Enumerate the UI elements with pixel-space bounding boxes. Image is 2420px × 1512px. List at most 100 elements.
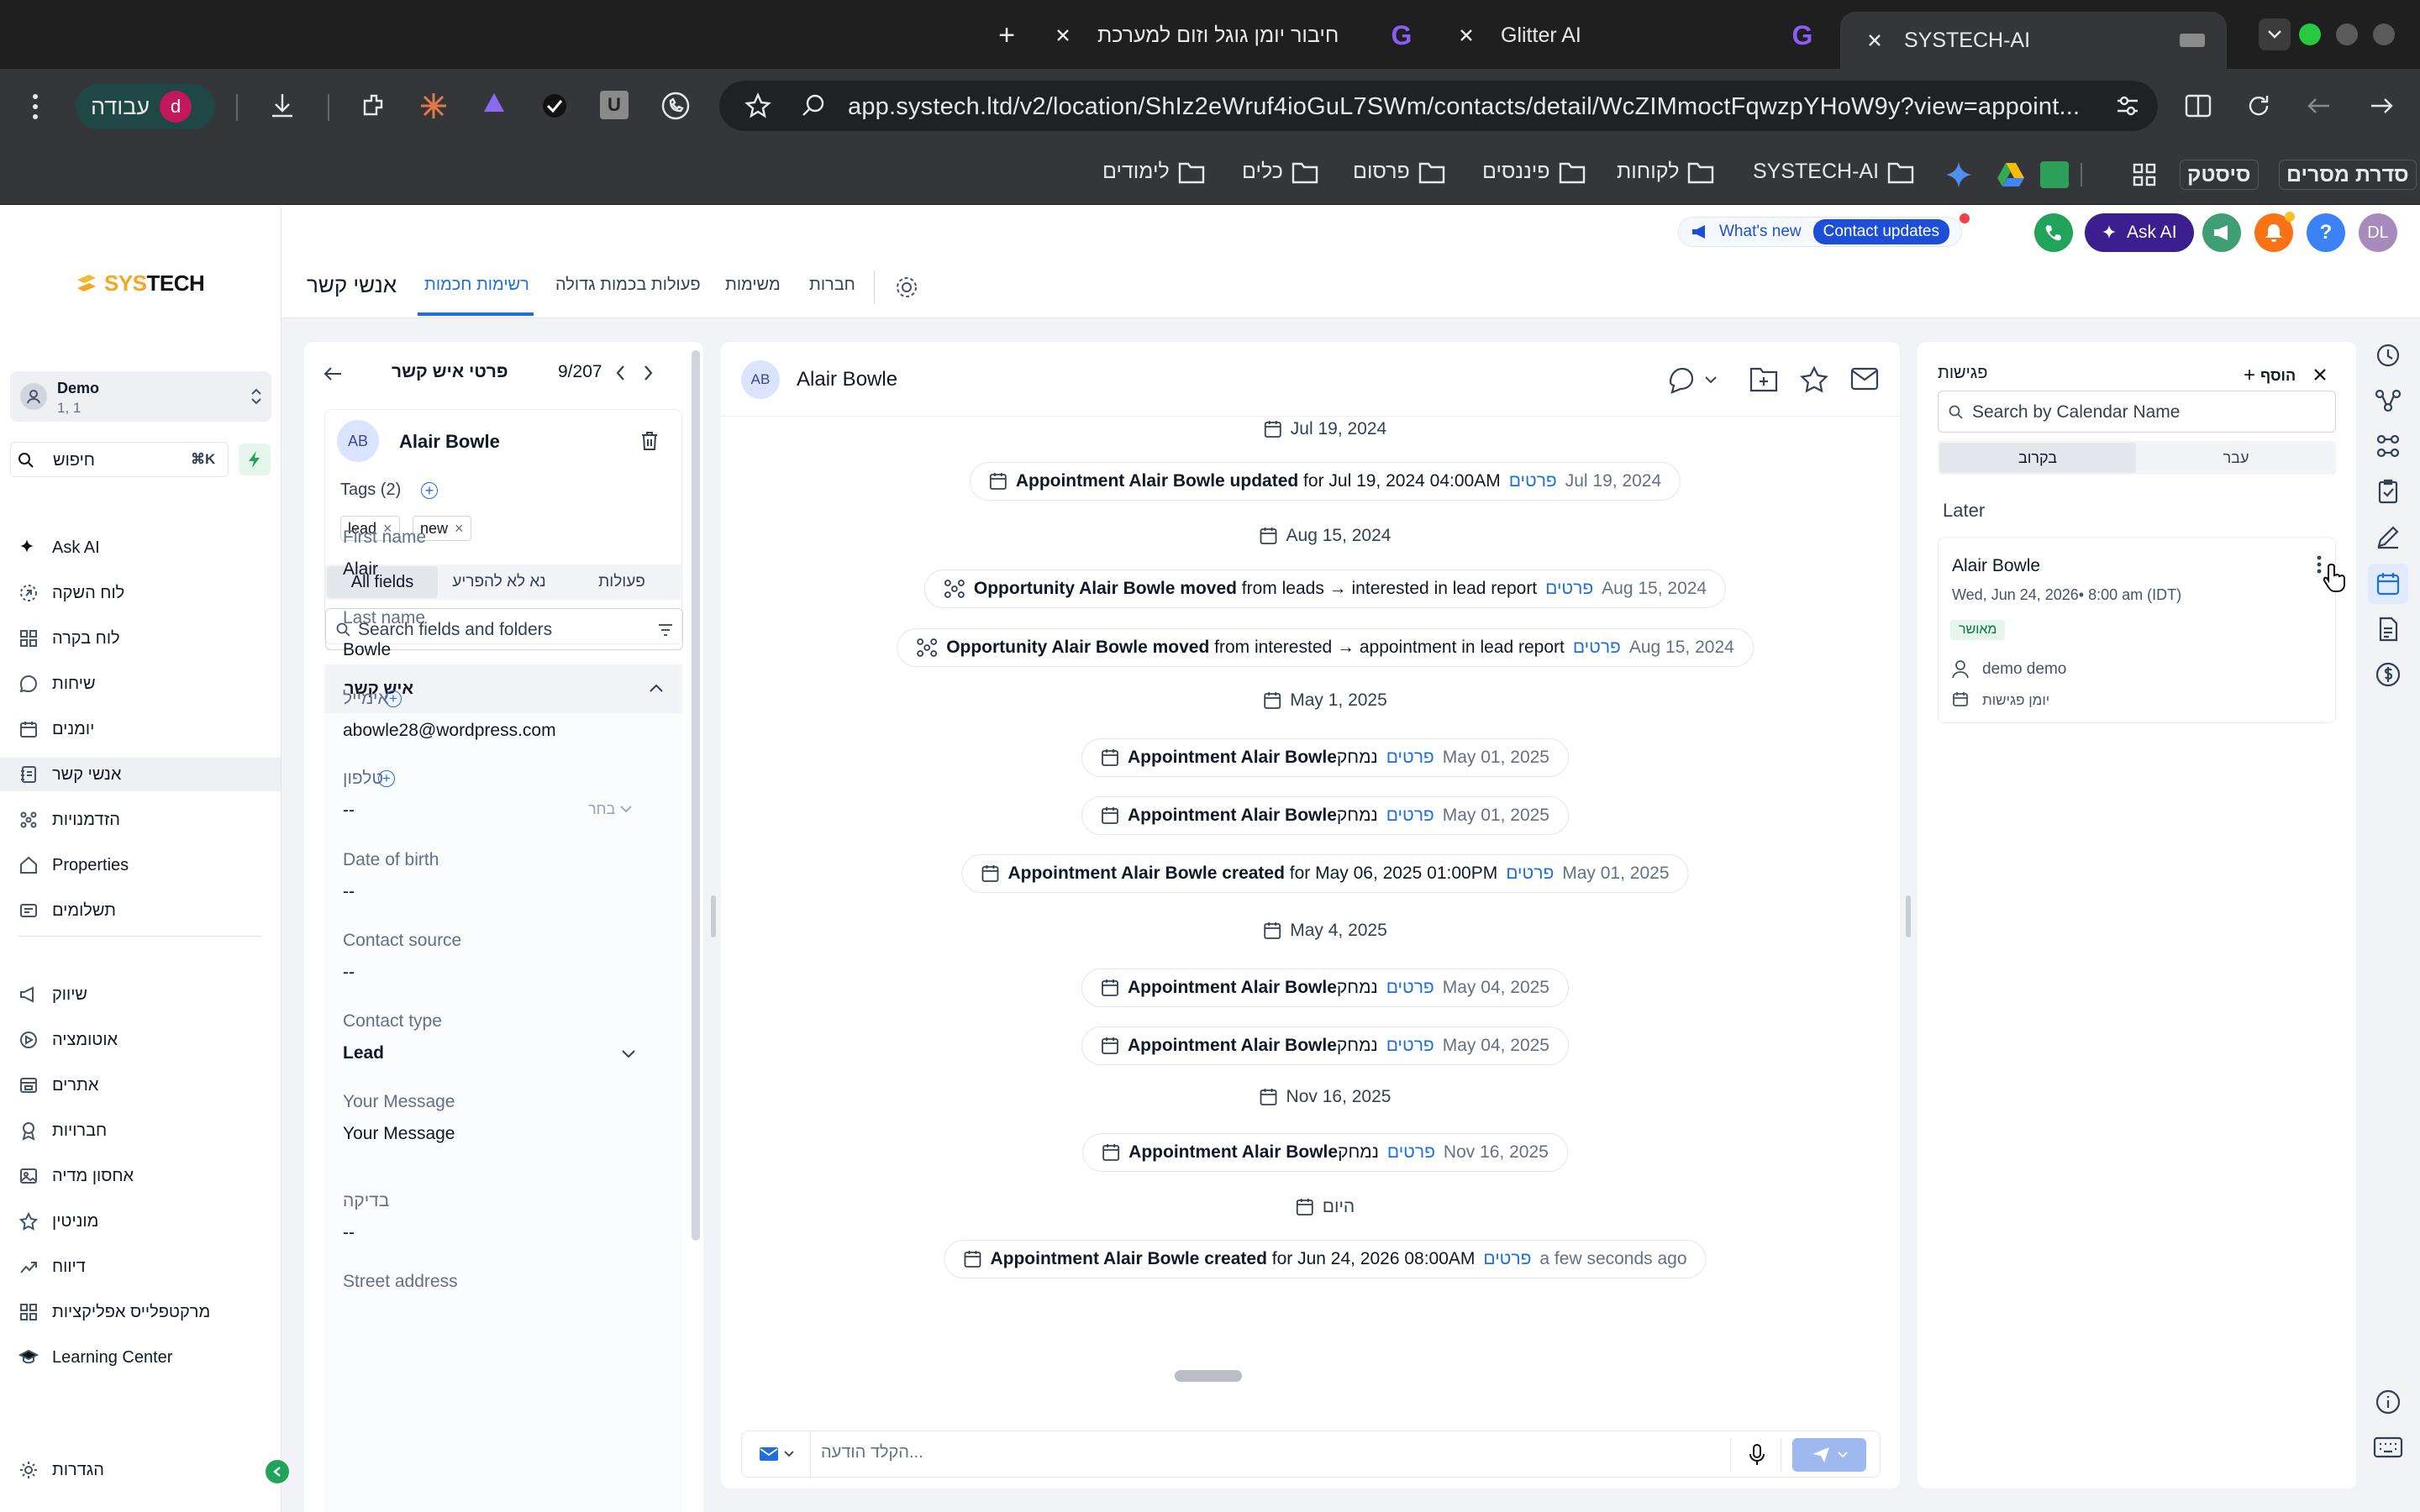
details-link[interactable]: פרטים bbox=[1386, 978, 1434, 998]
resize-handle[interactable] bbox=[1906, 895, 1911, 937]
field-value[interactable]: abowle28@wordpress.com bbox=[343, 721, 556, 741]
timeline-event[interactable]: Appointment Alair Bowleנמחק פרטים May 04, … bbox=[1081, 969, 1569, 1007]
info-icon[interactable] bbox=[2375, 1389, 2402, 1415]
more-vertical-icon[interactable] bbox=[2317, 554, 2322, 575]
announcements-button[interactable] bbox=[2202, 213, 2241, 252]
download-icon[interactable] bbox=[267, 91, 297, 121]
tab-glitter-ai[interactable]: Glitter AI bbox=[1454, 12, 1773, 59]
sidebar-item-15[interactable]: דיווח bbox=[18, 1250, 86, 1284]
sidebar-item-17[interactable]: Learning Center bbox=[18, 1341, 172, 1374]
field-value[interactable]: Your Message bbox=[343, 1124, 455, 1144]
gear-icon[interactable] bbox=[895, 276, 918, 299]
timeline-event[interactable]: Appointment Alair Bowleנמחק פרטים May 04, … bbox=[1081, 1026, 1569, 1065]
dollar-icon[interactable] bbox=[2375, 661, 2402, 688]
tab-bulk-actions[interactable]: פעולות בכמות גדולה bbox=[555, 276, 701, 295]
sidebar-item-4[interactable]: יומנים bbox=[18, 712, 94, 746]
bookmark-folder[interactable]: SYSTECH-AI bbox=[1753, 160, 1914, 184]
apps-grid-icon[interactable] bbox=[2131, 161, 2158, 188]
field-value[interactable]: Alair bbox=[343, 559, 378, 580]
details-link[interactable]: פרטים bbox=[1386, 806, 1434, 826]
timeline-event[interactable]: Opportunity Alair Bowle moved from inter… bbox=[897, 628, 1754, 667]
sidebar-item-13[interactable]: אחסון מדיה bbox=[18, 1159, 134, 1193]
bookmark-folder[interactable]: פיננסים bbox=[1482, 160, 1586, 184]
add-meeting-button[interactable]: + הוסף bbox=[2244, 364, 2296, 387]
sidebar-item-9[interactable]: שיווק bbox=[18, 978, 87, 1011]
bookmark-item[interactable]: סיסטק bbox=[2180, 160, 2259, 190]
gemini-bookmark-icon[interactable] bbox=[1944, 160, 1973, 190]
sidebar-item-16[interactable]: מרקטפלייס אפליקציות bbox=[18, 1295, 210, 1329]
scrollbar[interactable] bbox=[692, 350, 700, 1241]
calendar-rail-active[interactable] bbox=[2368, 564, 2408, 604]
country-code-hint[interactable]: בחר bbox=[588, 801, 615, 818]
profile-button[interactable]: עבודה d bbox=[76, 84, 215, 129]
horizontal-scrollbar[interactable] bbox=[1175, 1370, 1242, 1382]
timeline-event[interactable]: Appointment Alair Bowle created for Jun … bbox=[944, 1240, 1707, 1278]
field-value[interactable]: -- bbox=[343, 882, 355, 902]
tab-systech-ai[interactable]: SYSTECH-AI bbox=[1840, 12, 2227, 69]
sheets-bookmark-icon[interactable] bbox=[2040, 161, 2069, 188]
details-link[interactable]: פרטים bbox=[1386, 1036, 1434, 1056]
microphone-icon[interactable] bbox=[1749, 1443, 1765, 1467]
calendar-search-input[interactable]: Search by Calendar Name bbox=[1938, 391, 2336, 433]
bookmark-folder[interactable]: לקוחות bbox=[1617, 160, 1714, 184]
address-bar[interactable]: app.systech.ltd/v2/location/ShIz2eWruf4i… bbox=[719, 81, 2158, 131]
bookmark-item[interactable]: סדרת מסרים bbox=[2279, 160, 2417, 190]
add-field-button[interactable]: + bbox=[378, 770, 395, 787]
whats-new-button[interactable]: What's new Contact updates bbox=[1678, 217, 1962, 247]
collapse-sidebar-button[interactable] bbox=[266, 1460, 289, 1483]
user-avatar[interactable]: DL bbox=[2359, 213, 2397, 252]
back-arrow-icon[interactable] bbox=[2304, 91, 2334, 121]
close-icon[interactable] bbox=[2312, 367, 2328, 382]
forward-arrow-icon[interactable] bbox=[2366, 91, 2396, 121]
sidebar-item-5[interactable]: אנשי קשר bbox=[0, 758, 281, 791]
reload-icon[interactable] bbox=[2244, 91, 2274, 121]
close-icon[interactable] bbox=[1454, 23, 1479, 48]
extensions-icon[interactable] bbox=[358, 91, 388, 121]
sidebar-item-10[interactable]: אוטומציה bbox=[18, 1023, 118, 1057]
add-tag-button[interactable]: + bbox=[421, 482, 438, 499]
pencil-icon[interactable] bbox=[2375, 523, 2402, 550]
drive-bookmark-icon[interactable] bbox=[1996, 161, 2025, 188]
window-minimize-button[interactable] bbox=[2336, 24, 2358, 45]
field-value[interactable]: -- bbox=[343, 801, 355, 821]
new-tab-button[interactable]: + bbox=[990, 18, 1023, 52]
tab-past[interactable]: עבר bbox=[2138, 443, 2334, 473]
tasks-icon[interactable] bbox=[2375, 478, 2402, 505]
sidebar-item-0[interactable]: Ask AI bbox=[18, 531, 100, 564]
claude-extension-icon[interactable] bbox=[418, 91, 449, 121]
account-switcher[interactable]: Demo 1, 1 bbox=[10, 371, 271, 422]
close-icon[interactable] bbox=[1050, 23, 1076, 48]
details-link[interactable]: פרטים bbox=[1483, 1249, 1531, 1269]
bookmark-folder[interactable]: לימודים bbox=[1102, 160, 1205, 184]
bookmark-folder[interactable]: כלים bbox=[1242, 160, 1318, 184]
site-settings-icon[interactable] bbox=[2114, 92, 2141, 119]
u-extension-icon[interactable]: U bbox=[600, 91, 629, 119]
workflow-icon[interactable] bbox=[2375, 387, 2402, 414]
timeline-event[interactable]: Appointment Alair Bowle updated for Jul … bbox=[969, 462, 1681, 501]
tab-tasks[interactable]: משימות bbox=[725, 276, 781, 295]
ask-ai-button[interactable]: Ask AI bbox=[2085, 213, 2194, 252]
phone-extension-icon[interactable] bbox=[660, 91, 691, 121]
extension-icon[interactable] bbox=[479, 91, 509, 121]
tab-dnd[interactable]: נא לא להפריע bbox=[438, 566, 560, 598]
document-icon[interactable] bbox=[2375, 616, 2402, 643]
tab-companies[interactable]: חברות bbox=[809, 276, 855, 295]
help-button[interactable]: ? bbox=[2307, 213, 2345, 252]
timeline-event[interactable]: Appointment Alair Bowleנמחק פרטים Nov 16, … bbox=[1082, 1133, 1568, 1172]
sidebar-item-12[interactable]: חברויות bbox=[18, 1114, 107, 1147]
details-link[interactable]: פרטים bbox=[1387, 1142, 1435, 1163]
trash-icon[interactable] bbox=[639, 430, 660, 452]
field-value[interactable]: Bowle bbox=[343, 640, 391, 660]
message-input[interactable]: הקלד הודעה... bbox=[821, 1443, 1661, 1467]
timeline-event[interactable]: Appointment Alair Bowle created for May … bbox=[961, 854, 1689, 893]
sidebar-item-1[interactable]: לוח השקה bbox=[18, 576, 124, 610]
back-arrow-icon[interactable] bbox=[323, 365, 343, 382]
close-icon[interactable] bbox=[1862, 28, 1887, 53]
add-field-button[interactable]: + bbox=[385, 690, 402, 707]
tab-google-calendar-zoom[interactable]: חיבור יומן גוגל וזום למערכת bbox=[1050, 12, 1378, 59]
sidebar-item-8[interactable]: תשלומים bbox=[18, 894, 116, 927]
filter-icon[interactable] bbox=[657, 623, 674, 637]
details-link[interactable]: פרטים bbox=[1509, 471, 1557, 491]
channel-selector[interactable] bbox=[742, 1431, 811, 1477]
opportunities-icon[interactable] bbox=[2375, 433, 2402, 459]
